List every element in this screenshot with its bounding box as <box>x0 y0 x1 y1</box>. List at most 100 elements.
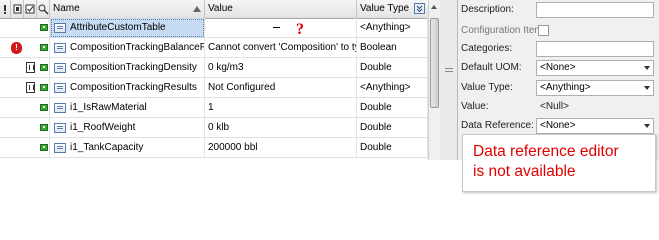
attribute-icon <box>54 123 66 133</box>
header-name[interactable]: Name <box>50 0 205 18</box>
row-value-type-cell[interactable]: Double <box>357 58 428 78</box>
header-value[interactable]: Value <box>205 0 357 18</box>
row-name: i1_IsRawMaterial <box>70 102 147 113</box>
column-chooser-icon[interactable] <box>414 3 425 14</box>
status-green-icon <box>40 144 48 151</box>
header-value-type-label: Value Type <box>360 3 410 14</box>
table-row[interactable]: CompositionTrackingResults Not Configure… <box>0 78 428 98</box>
check-box-header-icon <box>25 4 35 14</box>
row-value: 200000 bbl <box>208 142 258 153</box>
question-mark-annotation: ? <box>296 21 304 38</box>
row-value-cell[interactable]: 1 <box>205 98 357 118</box>
header-name-label: Name <box>53 3 80 14</box>
configuration-item-checkbox[interactable] <box>538 25 549 36</box>
table-row[interactable]: i1_IsRawMaterial 1 Double <box>0 98 428 118</box>
row-name: i1_TankCapacity <box>70 142 144 153</box>
row-name-cell[interactable]: CompositionTrackingResults <box>50 78 205 98</box>
row-name-cell[interactable]: CompositionTrackingDensity <box>50 58 205 78</box>
attribute-icon <box>54 43 66 53</box>
row-value: 0 kg/m3 <box>208 62 244 73</box>
row-value: Not Configured <box>208 82 276 93</box>
row-value-cell[interactable]: 0 klb <box>205 118 357 138</box>
value-type-dropdown[interactable]: <Anything> <box>536 80 654 96</box>
chevron-down-icon <box>644 86 650 90</box>
row-icons <box>0 78 50 98</box>
row-name-cell[interactable]: i1_RoofWeight <box>50 118 205 138</box>
row-value: 0 klb <box>208 122 230 133</box>
header-value-label: Value <box>208 3 233 14</box>
categories-label: Categories: <box>461 43 513 54</box>
table-row[interactable]: AttributeCustomTable <Anything> <box>0 18 428 38</box>
row-value-type-cell[interactable]: Double <box>357 138 428 158</box>
value-label: Value: <box>461 101 489 112</box>
excluded-icon <box>26 82 35 93</box>
row-value-cell[interactable] <box>205 18 357 38</box>
default-uom-value: <None> <box>540 62 576 73</box>
attributes-grid: Name Value Value Type AttributeCustomTab… <box>0 0 441 160</box>
row-value-type: <Anything> <box>360 22 411 33</box>
attribute-icon <box>54 143 66 153</box>
status-green-icon <box>40 104 48 111</box>
table-row[interactable]: i1_TankCapacity 200000 bbl Double <box>0 138 428 158</box>
grid-header: Name Value Value Type <box>0 0 428 19</box>
table-row[interactable]: i1_RoofWeight 0 klb Double <box>0 118 428 138</box>
row-name: CompositionTrackingDensity <box>70 62 197 73</box>
attribute-icon <box>54 63 66 73</box>
row-value-cell[interactable]: 200000 bbl <box>205 138 357 158</box>
row-name-cell[interactable]: AttributeCustomTable <box>50 18 205 38</box>
row-value-cell[interactable]: Cannot convert 'Composition' to type... <box>205 38 357 58</box>
row-name: CompositionTrackingResults <box>70 82 197 93</box>
header-indicator-column[interactable] <box>0 0 11 18</box>
configuration-item-label: Configuration Item: <box>461 25 546 36</box>
row-value-type-cell[interactable]: Double <box>357 98 428 118</box>
scrollbar-thumb[interactable] <box>430 18 439 108</box>
categories-field[interactable] <box>536 41 654 57</box>
row-name: CompositionTrackingBalanceFlag <box>70 42 205 53</box>
data-reference-dropdown[interactable]: <None> <box>536 118 654 134</box>
panel-splitter[interactable] <box>440 0 458 160</box>
row-value-type-cell[interactable]: <Anything> <box>357 18 428 38</box>
header-value-type[interactable]: Value Type <box>357 0 428 18</box>
row-name-cell[interactable]: i1_TankCapacity <box>50 138 205 158</box>
attribute-icon <box>54 23 66 33</box>
row-name-cell[interactable]: CompositionTrackingBalanceFlag <box>50 38 205 58</box>
row-value-type-cell[interactable]: Double <box>357 118 428 138</box>
row-icons: ! <box>0 38 50 58</box>
row-value-type: Double <box>360 102 392 113</box>
header-reference-column[interactable] <box>37 0 50 18</box>
error-icon: ! <box>11 42 22 54</box>
annotation-line-2: is not available <box>473 163 576 180</box>
vertical-scrollbar[interactable] <box>428 0 440 160</box>
row-value-cell[interactable]: Not Configured <box>205 78 357 98</box>
row-value-type: Double <box>360 122 392 133</box>
description-field[interactable] <box>536 2 654 18</box>
attribute-icon <box>54 103 66 113</box>
row-icons <box>0 118 50 138</box>
row-icons <box>0 98 50 118</box>
header-boundary-column[interactable] <box>24 0 37 18</box>
row-value-cell[interactable]: 0 kg/m3 <box>205 58 357 78</box>
default-uom-dropdown[interactable]: <None> <box>536 60 654 76</box>
status-green-icon <box>40 64 48 71</box>
value-value: <Null> <box>540 101 569 112</box>
row-name-cell[interactable]: i1_IsRawMaterial <box>50 98 205 118</box>
row-value-type: Double <box>360 142 392 153</box>
row-value: Cannot convert 'Composition' to type... <box>208 42 356 53</box>
row-value-type: Double <box>360 62 392 73</box>
value-type-label: Value Type: <box>461 82 513 93</box>
annotation-callout: Data reference editor is not available <box>462 134 656 192</box>
row-icons <box>0 58 50 78</box>
exclamation-icon <box>4 5 6 14</box>
row-value-type-cell[interactable]: <Anything> <box>357 78 428 98</box>
chevron-down-icon <box>644 66 650 70</box>
table-row[interactable]: ! CompositionTrackingBalanceFlag Cannot … <box>0 38 428 58</box>
row-value-type: <Anything> <box>360 82 411 93</box>
table-row[interactable]: CompositionTrackingDensity 0 kg/m3 Doubl… <box>0 58 428 78</box>
status-green-icon <box>40 124 48 131</box>
header-status-column[interactable] <box>11 0 24 18</box>
sort-ascending-icon <box>193 6 201 12</box>
row-value-type-cell[interactable]: Boolean <box>357 38 428 58</box>
scroll-up-icon[interactable] <box>431 5 437 9</box>
status-green-icon <box>40 84 48 91</box>
default-uom-label: Default UOM: <box>461 62 522 73</box>
